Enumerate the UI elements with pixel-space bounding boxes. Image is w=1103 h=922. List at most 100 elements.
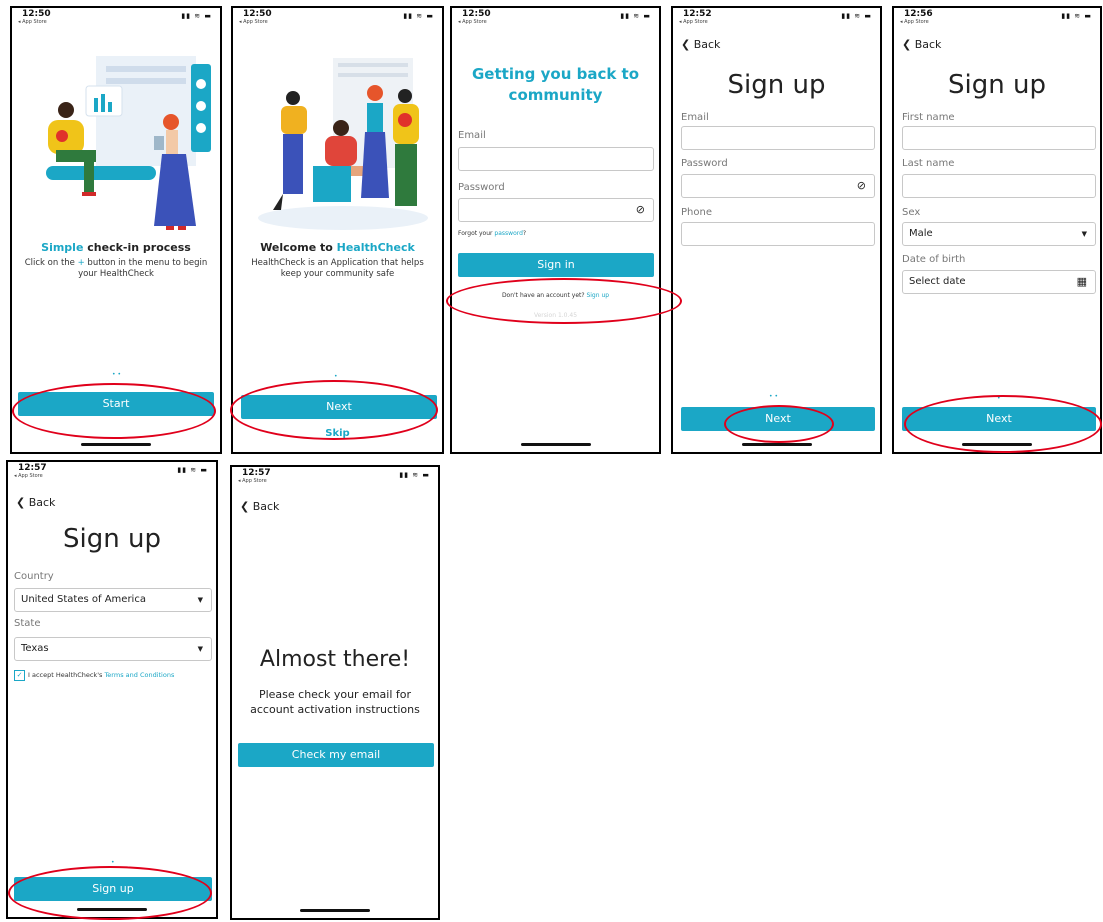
- email-field[interactable]: [681, 126, 875, 150]
- signal-wifi-battery-icon: ▮▮ ≋ ▬: [1061, 12, 1092, 20]
- title-part1: Welcome to: [260, 241, 337, 254]
- state-select[interactable]: Texas ▼: [14, 637, 212, 661]
- app-store-back[interactable]: ◂ App Store: [238, 478, 267, 484]
- signal-wifi-battery-icon: ▮▮ ≋ ▬: [841, 12, 872, 20]
- status-time: 12:56: [904, 9, 933, 19]
- page-indicator: • •: [769, 393, 778, 400]
- home-indicator: [520, 443, 591, 446]
- dropdown-arrow-icon: ▼: [197, 645, 203, 653]
- forgot-qmark: ?: [522, 230, 527, 237]
- signal-wifi-battery-icon: ▮▮ ≋ ▬: [399, 471, 430, 479]
- country-value: United States of America: [21, 594, 146, 605]
- password-field[interactable]: ⊘: [681, 174, 875, 198]
- back-button[interactable]: ❮ Back: [16, 496, 55, 509]
- state-label: State: [14, 618, 41, 629]
- dob-placeholder: Select date: [909, 276, 966, 287]
- sex-select[interactable]: Male ▼: [902, 222, 1096, 246]
- signin-heading: Getting you back to community: [472, 65, 640, 104]
- signal-wifi-battery-icon: ▮▮ ≋ ▬: [177, 466, 208, 474]
- eye-off-icon[interactable]: ⊘: [857, 175, 866, 197]
- check-email-button[interactable]: Check my email: [238, 743, 434, 767]
- forgot-password: Forgot your password?: [458, 230, 526, 237]
- password-field[interactable]: ⊘: [458, 198, 654, 222]
- eye-off-icon[interactable]: ⊘: [636, 199, 645, 221]
- plus-icon: +: [77, 258, 85, 268]
- welcome-description: HealthCheck is an Application that helps…: [251, 258, 424, 279]
- page-title: Sign up: [948, 70, 1046, 100]
- first-name-label: First name: [902, 112, 955, 123]
- sign-in-button[interactable]: Sign in: [458, 253, 654, 277]
- annotation-next-button: [724, 405, 834, 443]
- first-name-field[interactable]: [902, 126, 1096, 150]
- title-accent: Simple: [41, 241, 84, 254]
- activation-message: Please check your email for account acti…: [250, 688, 420, 716]
- calendar-icon[interactable]: ▦: [1077, 271, 1087, 293]
- dob-field[interactable]: Select date ▦: [902, 270, 1096, 294]
- screen-sign-up-2: 12:56 ◂ App Store ▮▮ ≋ ▬ ❮ Back Sign up …: [892, 6, 1102, 454]
- password-label: Password: [681, 158, 728, 169]
- back-label: Back: [252, 500, 280, 513]
- dropdown-arrow-icon: ▼: [1081, 230, 1087, 238]
- status-time: 12:57: [18, 463, 47, 473]
- back-label: Back: [693, 38, 721, 51]
- dob-label: Date of birth: [902, 254, 966, 265]
- screen-almost-there: 12:57 ◂ App Store ▮▮ ≋ ▬ ❮ Back Almost t…: [230, 465, 440, 920]
- app-store-back[interactable]: ◂ App Store: [458, 19, 487, 25]
- app-store-back[interactable]: ◂ App Store: [900, 19, 929, 25]
- phone-field[interactable]: [681, 222, 875, 246]
- page-indicator: •: [111, 859, 115, 866]
- status-bar: 12:57 ◂ App Store ▮▮ ≋ ▬: [232, 468, 438, 485]
- terms-checkbox-row[interactable]: ✓ I accept HealthCheck's Terms and Condit…: [14, 670, 174, 681]
- annotation-sign-up-link: [446, 278, 682, 324]
- status-bar: 12:52 ◂ App Store ▮▮ ≋ ▬: [673, 9, 880, 26]
- phone-label: Phone: [681, 207, 712, 218]
- forgot-text: Forgot your: [458, 230, 495, 237]
- status-bar: 12:50 ◂ App Store ▮▮ ≋ ▬: [452, 10, 659, 26]
- app-store-back[interactable]: ◂ App Store: [14, 473, 43, 479]
- checkin-illustration: [46, 56, 211, 230]
- home-indicator: [741, 443, 812, 446]
- screen-sign-in: 12:50 ◂ App Store ▮▮ ≋ ▬ Getting you bac…: [450, 6, 661, 454]
- signal-wifi-battery-icon: ▮▮ ≋ ▬: [403, 12, 434, 20]
- email-label: Email: [681, 112, 709, 123]
- back-button[interactable]: ❮ Back: [240, 500, 279, 513]
- forgot-password-link[interactable]: password: [494, 230, 523, 237]
- chevron-left-icon: ❮: [902, 38, 915, 51]
- email-label: Email: [458, 130, 486, 141]
- desc-part1: Click on the: [24, 258, 78, 268]
- title-accent: HealthCheck: [336, 241, 415, 254]
- signal-wifi-battery-icon: ▮▮ ≋ ▬: [620, 12, 651, 20]
- back-button[interactable]: ❮ Back: [681, 38, 720, 51]
- chevron-left-icon: ❮: [16, 496, 29, 509]
- app-store-back[interactable]: ◂ App Store: [679, 19, 708, 25]
- dropdown-arrow-icon: ▼: [197, 596, 203, 604]
- screen-sign-up-1: 12:52 ◂ App Store ▮▮ ≋ ▬ ❮ Back Sign up …: [671, 6, 882, 454]
- welcome-title: Welcome to HealthCheck: [233, 241, 442, 254]
- annotation-start-button: [12, 383, 216, 439]
- status-bar: 12:57 ◂ App Store ▮▮ ≋ ▬: [8, 463, 216, 480]
- status-time: 12:57: [242, 468, 271, 478]
- last-name-field[interactable]: [902, 174, 1096, 198]
- status-bar: 12:50 ◂ App Store ▮▮ ≋ ▬: [233, 10, 442, 26]
- community-illustration: [258, 58, 428, 230]
- title-rest: check-in process: [83, 241, 191, 254]
- email-field[interactable]: [458, 147, 654, 171]
- page-title: Sign up: [63, 524, 161, 554]
- country-select[interactable]: United States of America ▼: [14, 588, 212, 612]
- signal-wifi-battery-icon: ▮▮ ≋ ▬: [181, 12, 212, 20]
- back-button[interactable]: ❮ Back: [902, 38, 941, 51]
- sex-label: Sex: [902, 207, 921, 218]
- app-store-back[interactable]: ◂ App Store: [239, 19, 268, 25]
- accept-text: I accept HealthCheck's: [28, 671, 105, 679]
- home-indicator: [300, 909, 370, 912]
- page-title: Almost there!: [259, 647, 411, 672]
- terms-link[interactable]: Terms and Conditions: [104, 671, 174, 679]
- state-value: Texas: [21, 643, 49, 654]
- page-indicator: •: [334, 373, 338, 380]
- checkbox-checked-icon[interactable]: ✓: [14, 670, 25, 681]
- chevron-left-icon: ❮: [240, 500, 253, 513]
- onboarding-description: Click on the + button in the menu to beg…: [18, 258, 214, 280]
- status-time: 12:52: [683, 9, 712, 19]
- chevron-left-icon: ❮: [681, 38, 694, 51]
- app-store-back[interactable]: ◂ App Store: [18, 19, 47, 25]
